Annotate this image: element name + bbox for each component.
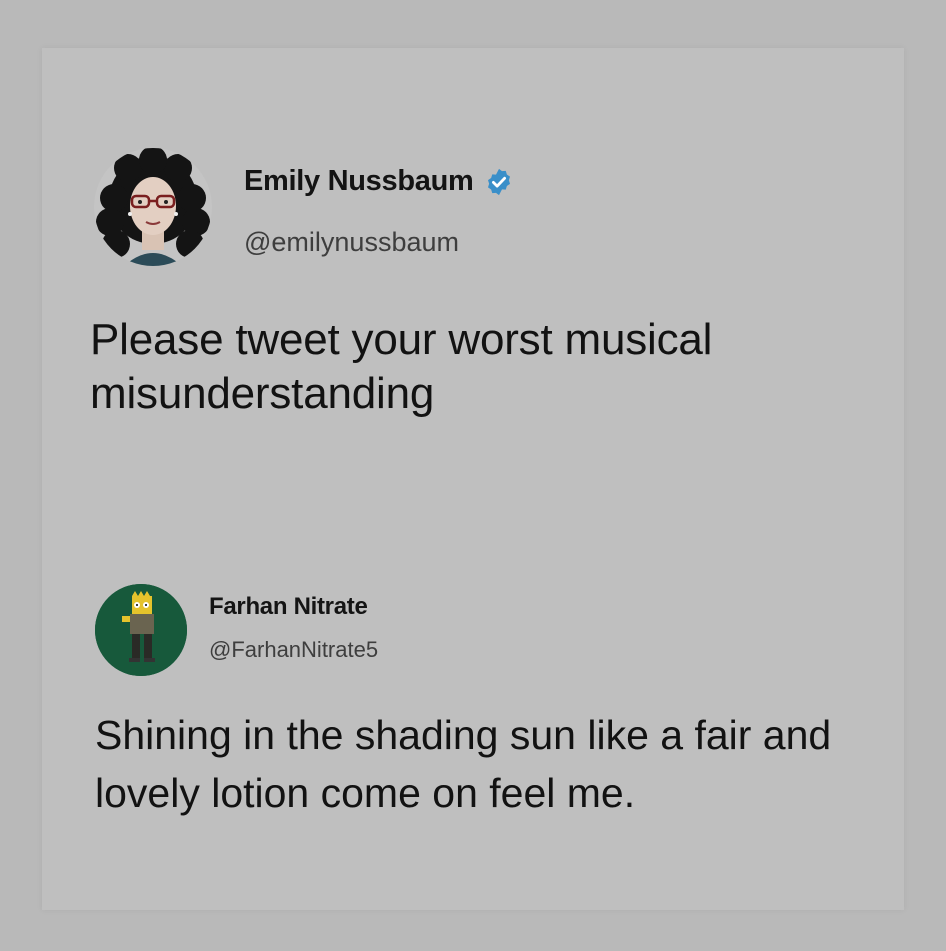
display-name[interactable]: Emily Nussbaum bbox=[244, 165, 474, 198]
emily-avatar-illustration bbox=[96, 148, 210, 266]
main-tweet-author[interactable]: Emily Nussbaum bbox=[244, 165, 514, 198]
farhan-avatar[interactable] bbox=[95, 584, 187, 676]
emily-avatar[interactable] bbox=[94, 148, 212, 266]
reply-tweet-author[interactable]: Farhan Nitrate bbox=[209, 593, 368, 621]
reply-tweet-text: Shining in the shading sun like a fair a… bbox=[95, 712, 832, 816]
main-tweet-text: Please tweet your worst musical misunder… bbox=[90, 315, 713, 418]
reply-tweet-handle[interactable]: @FarhanNitrate5 bbox=[209, 637, 378, 663]
farhan-avatar-illustration bbox=[95, 584, 187, 676]
display-name[interactable]: Farhan Nitrate bbox=[209, 593, 368, 621]
main-tweet-handle[interactable]: @emilynussbaum bbox=[244, 227, 459, 258]
tweet-card: Emily Nussbaum @emilynussbaum Please twe… bbox=[42, 48, 904, 910]
verified-badge-icon bbox=[484, 167, 514, 197]
